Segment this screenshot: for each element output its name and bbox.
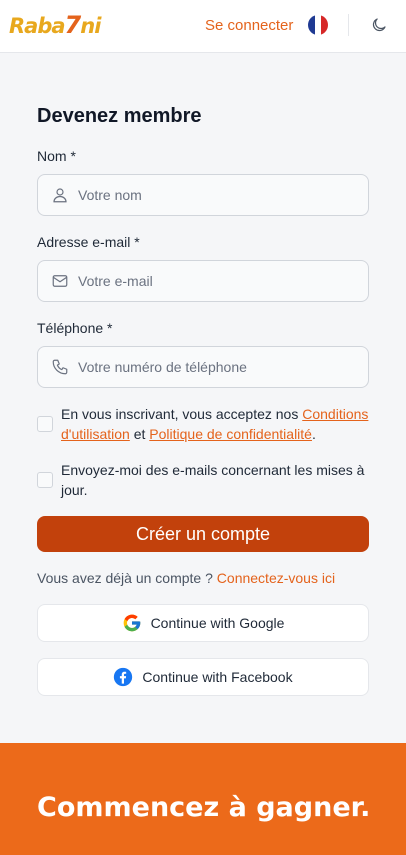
name-label: Nom * <box>37 148 76 164</box>
envelope-icon <box>51 272 69 295</box>
moon-icon[interactable] <box>370 16 388 39</box>
have-account-prompt: Vous avez déjà un compte ? <box>37 570 217 586</box>
header: Raba7ni Se connecter <box>0 0 406 53</box>
terms-text-and: et <box>129 426 150 442</box>
logo-text-seven: 7 <box>64 11 82 39</box>
user-icon <box>51 186 69 209</box>
name-field[interactable] <box>37 174 369 216</box>
promo-banner: Commencez à gagner. <box>0 743 406 855</box>
facebook-login-button[interactable]: Continue with Facebook <box>37 658 369 696</box>
phone-field[interactable] <box>37 346 369 388</box>
google-icon <box>122 613 142 633</box>
login-link[interactable]: Se connecter <box>205 17 293 34</box>
terms-text-after: . <box>311 426 316 442</box>
name-input[interactable] <box>78 175 358 215</box>
terms-text: En vous inscrivant, vous acceptez nos Co… <box>61 404 371 444</box>
have-account-text: Vous avez déjà un compte ? Connectez-vou… <box>37 570 335 586</box>
google-login-button[interactable]: Continue with Google <box>37 604 369 642</box>
phone-input[interactable] <box>78 347 358 387</box>
privacy-link[interactable]: Politique de confidentialité <box>149 426 312 442</box>
facebook-login-label: Continue with Facebook <box>142 669 293 685</box>
email-label: Adresse e-mail * <box>37 234 140 250</box>
logo[interactable]: Raba7ni <box>9 11 101 39</box>
login-here-link[interactable]: Connectez-vous ici <box>217 570 335 586</box>
terms-checkbox[interactable] <box>37 416 53 432</box>
form-title: Devenez membre <box>37 105 202 127</box>
logo-text-main: Raba <box>9 14 66 38</box>
promo-title: Commencez à gagner. <box>37 792 371 823</box>
phone-icon <box>51 358 69 381</box>
email-input[interactable] <box>78 261 358 301</box>
logo-text-end: ni <box>80 14 101 38</box>
google-login-label: Continue with Google <box>150 615 285 631</box>
phone-label: Téléphone * <box>37 320 113 336</box>
create-account-button[interactable]: Créer un compte <box>37 516 369 552</box>
header-divider <box>348 14 349 36</box>
newsletter-checkbox[interactable] <box>37 472 53 488</box>
facebook-icon <box>113 667 133 687</box>
terms-text-before: En vous inscrivant, vous acceptez nos <box>61 406 303 422</box>
email-field[interactable] <box>37 260 369 302</box>
fr-flag-icon[interactable] <box>308 15 328 35</box>
newsletter-text: Envoyez-moi des e-mails concernant les m… <box>61 462 365 498</box>
